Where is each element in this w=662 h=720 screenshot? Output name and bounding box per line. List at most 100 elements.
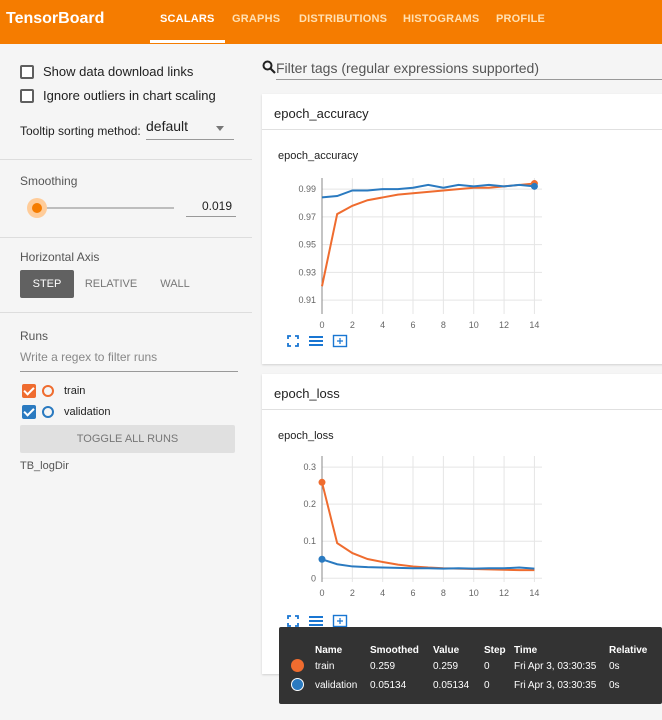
tooltip-cell: Fri Apr 3, 03:30:35 <box>514 661 597 672</box>
x-tick-label: 2 <box>350 588 355 598</box>
tooltip-header-relative: Relative <box>609 645 648 656</box>
fit-domain-icon[interactable] <box>332 334 348 348</box>
run-item-train[interactable]: train <box>22 384 85 398</box>
run-checkbox[interactable] <box>22 405 36 419</box>
tooltip-header-value: Value <box>433 645 460 656</box>
divider <box>0 312 252 313</box>
brand-logo: TensorBoard <box>6 10 105 27</box>
fullscreen-icon[interactable] <box>286 334 300 348</box>
y-tick-label: 0.91 <box>298 295 316 305</box>
main-content: Filter tags (regular expressions support… <box>252 44 662 720</box>
show-download-links-checkbox[interactable]: Show data download links <box>20 64 193 79</box>
divider <box>0 159 252 160</box>
highlight-point-validation <box>530 182 538 190</box>
active-tab-indicator <box>150 40 225 43</box>
sidebar: Show data download links Ignore outliers… <box>0 44 252 720</box>
tooltip-cell: 0 <box>484 661 490 672</box>
highlight-point-train <box>318 478 326 486</box>
run-color-icon <box>42 385 54 397</box>
divider <box>0 237 252 238</box>
chart-title: epoch_loss <box>278 430 334 442</box>
run-color-icon <box>42 406 54 418</box>
accuracy-chart[interactable]: 0.91 0.93 0.95 0.97 0.99 0 2 4 6 8 10 12 14 <box>262 164 542 334</box>
search-icon <box>262 60 276 74</box>
x-tick-label: 8 <box>441 320 446 330</box>
x-tick-label: 12 <box>499 320 509 330</box>
card-header: epoch_accuracy <box>262 94 662 130</box>
chevron-down-icon <box>216 126 224 131</box>
chart-controls <box>286 614 348 628</box>
card-header: epoch_loss <box>262 374 662 410</box>
tooltip-cell: 0.05134 <box>433 680 470 691</box>
x-tick-label: 8 <box>441 588 446 598</box>
y-tick-label: 0.3 <box>303 462 316 472</box>
fullscreen-icon[interactable] <box>286 614 300 628</box>
toggle-log-scale-icon[interactable] <box>308 334 324 348</box>
tab-graphs[interactable]: GRAPHS <box>232 13 280 25</box>
tooltip-cell: 0.259 <box>370 661 396 672</box>
x-tick-label: 10 <box>469 588 479 598</box>
tooltip-cell: Fri Apr 3, 03:30:35 <box>514 680 597 691</box>
smoothing-value-input[interactable]: 0.019 <box>186 199 236 217</box>
series-line-train <box>321 182 535 287</box>
tooltip-sorting-label: Tooltip sorting method: <box>20 124 141 138</box>
checkbox-box[interactable] <box>20 88 34 103</box>
toggle-all-runs-button[interactable]: TOGGLE ALL RUNS <box>20 425 235 453</box>
x-tick-label: 0 <box>319 320 324 330</box>
tooltip-cell: train <box>315 661 335 672</box>
runs-label: Runs <box>20 329 49 343</box>
y-tick-label: 0 <box>311 573 316 583</box>
smoothing-slider-track[interactable] <box>38 207 174 209</box>
x-tick-label: 4 <box>380 320 385 330</box>
x-tick-label: 4 <box>380 588 385 598</box>
tab-profile[interactable]: PROFILE <box>496 13 545 25</box>
y-tick-label: 0.99 <box>298 184 316 194</box>
x-tick-label: 10 <box>469 320 479 330</box>
highlight-point-validation <box>318 555 326 563</box>
tooltip-header-name: Name <box>315 645 343 656</box>
tab-histograms[interactable]: HISTOGRAMS <box>403 13 479 25</box>
y-tick-label: 0.1 <box>303 536 316 546</box>
y-tick-label: 0.97 <box>298 212 316 222</box>
smoothing-slider-knob[interactable] <box>27 198 47 218</box>
x-tick-label: 14 <box>529 320 539 330</box>
toggle-log-scale-icon[interactable] <box>308 614 324 628</box>
x-tick-label: 14 <box>529 588 539 598</box>
tooltip-header-time: Time <box>514 645 538 656</box>
tooltip-cell: 0s <box>609 680 620 691</box>
ignore-outliers-checkbox[interactable]: Ignore outliers in chart scaling <box>20 88 216 103</box>
run-checkbox[interactable] <box>22 384 36 398</box>
smoothing-label: Smoothing <box>20 174 78 188</box>
tab-scalars[interactable]: SCALARS <box>160 13 215 25</box>
tab-distributions[interactable]: DISTRIBUTIONS <box>299 13 387 25</box>
loss-chart[interactable]: 0 0.1 0.2 0.3 0 2 4 6 8 10 12 14 <box>262 444 542 619</box>
top-bar: TensorBoard SCALARS GRAPHS DISTRIBUTIONS… <box>0 0 662 44</box>
tooltip-cell: validation <box>315 680 358 691</box>
logdir-label: TB_logDir <box>20 460 69 472</box>
filter-tags-input[interactable]: Filter tags (regular expressions support… <box>276 60 662 80</box>
tooltip-sorting-value: default <box>146 118 189 134</box>
run-label: validation <box>64 406 111 418</box>
x-tick-label: 0 <box>319 588 324 598</box>
tooltip-cell: 0 <box>484 680 490 691</box>
chart-card-epoch-accuracy: epoch_accuracy epoch_accuracy 0.91 0.93 0.… <box>262 94 662 364</box>
horizontal-axis-label: Horizontal Axis <box>20 250 100 264</box>
run-item-validation[interactable]: validation <box>22 405 110 419</box>
axis-wall-button[interactable]: WALL <box>150 270 200 298</box>
tooltip-run-color-icon <box>291 678 304 691</box>
ignore-outliers-label: Ignore outliers in chart scaling <box>43 88 216 103</box>
tooltip-cell: 0.259 <box>433 661 459 672</box>
tooltip-header-smoothed: Smoothed <box>370 645 419 656</box>
runs-filter-input[interactable]: Write a regex to filter runs <box>20 350 238 372</box>
x-tick-label: 6 <box>411 588 416 598</box>
tooltip-sorting-select[interactable]: default <box>146 118 234 140</box>
y-tick-label: 0.95 <box>298 240 316 250</box>
tooltip-run-color-icon <box>291 659 304 672</box>
axis-relative-button[interactable]: RELATIVE <box>80 270 142 298</box>
axis-step-button[interactable]: STEP <box>20 270 74 298</box>
y-tick-label: 0.2 <box>303 499 316 509</box>
x-tick-label: 2 <box>350 320 355 330</box>
checkbox-box[interactable] <box>20 64 34 79</box>
fit-domain-icon[interactable] <box>332 614 348 628</box>
tooltip-cell: 0s <box>609 661 620 672</box>
